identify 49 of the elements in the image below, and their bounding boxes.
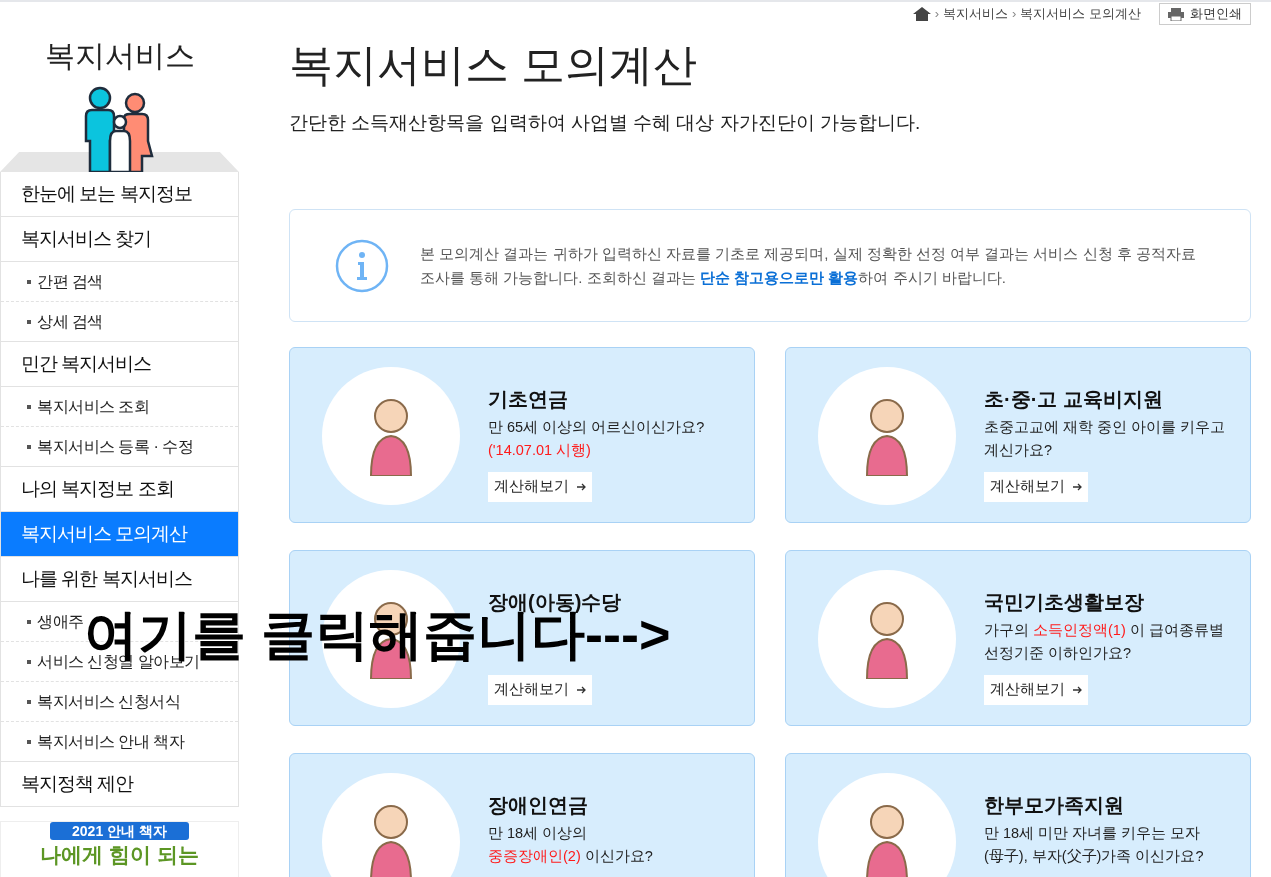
- submenu-link[interactable]: 복지서비스 안내 책자: [37, 729, 185, 754]
- arrow-right-icon: [577, 686, 586, 694]
- breadcrumb-link[interactable]: 복지서비스: [943, 4, 1009, 24]
- bullet-icon: [27, 279, 31, 284]
- submenu-link[interactable]: 복지서비스 등록 · 수정: [37, 434, 194, 459]
- card-description: 초중고교에 재학 중인 아이를 키우고 계신가요?: [984, 418, 1226, 460]
- card-title: 장애인연금: [488, 793, 589, 818]
- bullet-icon: [27, 659, 31, 664]
- bullet-icon: [27, 404, 31, 409]
- page-title: 복지서비스 모의계산: [289, 39, 699, 91]
- info-icon: [334, 237, 390, 294]
- calculate-button[interactable]: 계산해보기: [488, 675, 592, 705]
- card-title: 한부모가족지원: [984, 793, 1125, 818]
- bullet-icon: [27, 619, 31, 624]
- bullet-icon: [27, 699, 31, 704]
- chevron-separator: ›: [1012, 5, 1017, 24]
- card-title: 초·중·고 교육비지원: [984, 387, 1164, 412]
- submenu-link[interactable]: 상세 검색: [37, 309, 103, 334]
- submenu-link[interactable]: 복지서비스 신청서식: [37, 689, 181, 714]
- calculate-button[interactable]: 계산해보기: [984, 472, 1088, 502]
- printer-icon: [1168, 7, 1184, 21]
- breadcrumb-link[interactable]: 복지서비스 모의계산: [1020, 4, 1141, 24]
- calculate-button[interactable]: 계산해보기: [984, 675, 1088, 705]
- bullet-icon: [27, 444, 31, 449]
- page-subtitle: 간단한 소득재산항목을 입력하여 사업별 수혜 대상 자가진단이 가능합니다.: [289, 111, 922, 135]
- card-description: 만 65세 이상의 어르신이신가요? ('14.07.01 시행): [488, 418, 705, 460]
- print-button[interactable]: 화면인쇄: [1159, 3, 1251, 25]
- booklet-banner[interactable]: 2021 안내 책자 나에게 힘이 되는: [0, 821, 239, 877]
- notice-text: 본 모의계산 결과는 귀하가 입력하신 자료를 기초로 제공되며, 실제 정확한 선정 여부 결과는 서비스 신청 후 공적자료 조사를 통해 가능합니다. 조회하신 결과는 단순 참고용으로만 활용하여 주시기 바랍니다.: [420, 243, 1197, 288]
- card-title: 국민기초생활보장: [984, 590, 1145, 615]
- chevron-separator: ›: [934, 5, 940, 24]
- menu-item[interactable]: 복지서비스 모의계산: [1, 512, 238, 557]
- bullet-icon: [27, 319, 31, 324]
- card-description: 가구의 소득인정액(1) 이 급여종류별 선정기준 이하인가요?: [984, 621, 1224, 663]
- card-title: 기초연금: [488, 387, 569, 412]
- submenu-link[interactable]: 간편 검색: [37, 269, 103, 294]
- submenu-link[interactable]: 복지서비스 조회: [37, 394, 150, 419]
- banner-title: 나에게 힘이 되는: [40, 842, 199, 868]
- bullet-icon: [27, 739, 31, 744]
- sidebar-title: 복지서비스: [43, 38, 196, 74]
- arrow-right-icon: [1073, 483, 1082, 491]
- calculate-button[interactable]: 계산해보기: [488, 472, 592, 502]
- card-description: 만 18세 이상의 중증장애인(2) 이신가요?: [488, 824, 653, 866]
- arrow-right-icon: [577, 483, 586, 491]
- arrow-right-icon: [1073, 686, 1082, 694]
- submenu-link[interactable]: 생애주: [37, 609, 84, 634]
- home-icon[interactable]: [912, 7, 931, 21]
- banner-badge: 2021 안내 책자: [50, 822, 189, 840]
- card-description: 만 18세 미만 자녀를 키우는 모자 (母子), 부자(父子)가족 이신가요?: [984, 824, 1204, 866]
